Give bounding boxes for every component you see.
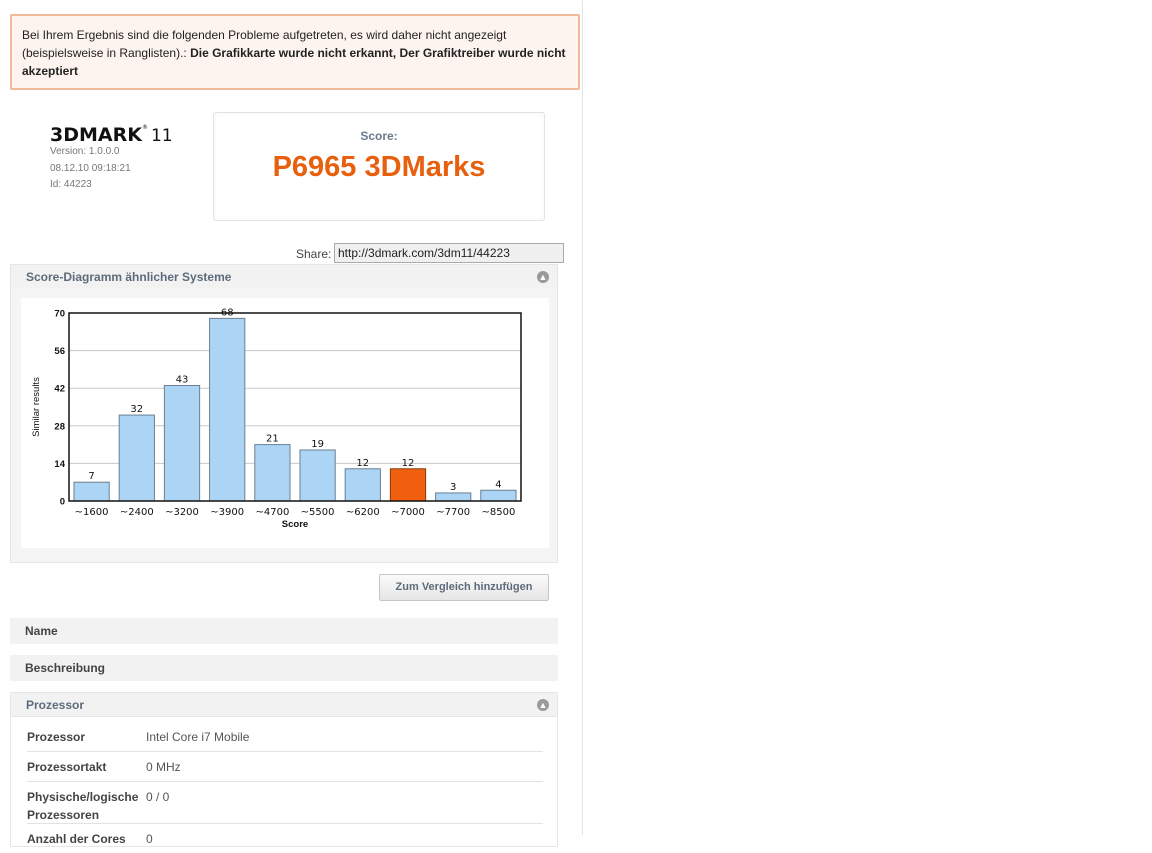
y-tick-label: 28 <box>54 421 65 432</box>
data-label: 12 <box>356 458 369 469</box>
processor-panel-title: Prozessor <box>26 698 85 712</box>
spec-key: Prozessortakt <box>27 760 107 774</box>
logo-reg: ® <box>141 124 148 131</box>
bar <box>344 468 381 502</box>
bar <box>299 449 336 502</box>
spec-key: Anzahl der Cores <box>27 832 126 846</box>
spec-key: Prozessor <box>27 730 86 744</box>
chart-panel: 0 14 28 42 56 70 7 ~1600 32 ~2400 43 ~3200 68 ~3900 21… <box>10 288 558 563</box>
spec-row: Prozessortakt 0 MHz <box>27 758 543 782</box>
data-label: 43 <box>176 375 189 386</box>
x-tick-label: ~2400 <box>120 507 154 518</box>
y-tick-label: 0 <box>60 497 65 508</box>
chart-panel-header: Score-Diagramm ähnlicher Systeme ▲ <box>10 264 558 289</box>
date-text: 08.12.10 09:18:21 <box>50 162 131 174</box>
y-tick-label: 14 <box>54 459 65 470</box>
spec-key: Physische/logische Prozessoren <box>27 790 139 822</box>
x-axis-label: Score <box>282 519 308 530</box>
y-tick-label: 42 <box>54 384 65 395</box>
share-label: Share: <box>296 247 332 261</box>
data-label: 4 <box>495 479 501 490</box>
score-box: Score: P6965 3DMarks <box>213 112 545 221</box>
x-tick-label: ~8500 <box>481 507 515 518</box>
processor-spec-panel: Prozessor Intel Core i7 Mobile Prozessor… <box>10 717 558 847</box>
data-label: 7 <box>88 471 94 482</box>
bar <box>480 489 517 502</box>
collapse-up-icon[interactable]: ▲ <box>537 699 549 711</box>
x-tick-label: ~3900 <box>210 507 244 518</box>
chart-panel-title: Score-Diagramm ähnlicher Systeme <box>26 270 232 284</box>
processor-panel-header: Prozessor ▲ <box>10 692 558 717</box>
score-value: P6965 3DMarks <box>272 151 486 183</box>
warning-message: Bei Ihrem Ergebnis sind die folgenden Pr… <box>10 14 580 90</box>
data-label: 12 <box>402 458 415 469</box>
data-label: 32 <box>130 404 143 415</box>
data-label: 3 <box>450 482 456 493</box>
bar <box>118 414 155 502</box>
id-text: Id: 44223 <box>50 179 92 190</box>
description-row[interactable]: Beschreibung <box>10 655 558 681</box>
name-row[interactable]: Name <box>10 618 558 644</box>
bar <box>389 468 427 502</box>
y-axis-label: Similar results <box>31 377 42 437</box>
collapse-up-icon[interactable]: ▲ <box>537 271 549 283</box>
spec-value: 0 / 0 <box>146 790 170 804</box>
3dmark-logo: 3DMARK® 11 <box>50 124 173 146</box>
chart-area: 0 14 28 42 56 70 7 ~1600 32 ~2400 43 ~3200 68 ~3900 21… <box>21 298 549 548</box>
description-row-label: Beschreibung <box>25 661 106 675</box>
bar <box>209 317 246 502</box>
data-label: 19 <box>311 439 324 450</box>
data-label: 21 <box>266 434 279 445</box>
x-tick-label: ~6200 <box>346 507 380 518</box>
spec-row: Prozessor Intel Core i7 Mobile <box>27 728 543 752</box>
spec-value: 0 MHz <box>146 760 181 774</box>
add-to-comparison-button[interactable]: Zum Vergleich hinzufügen <box>379 574 549 601</box>
x-tick-label: ~3200 <box>165 507 199 518</box>
logo-name: 3DMARK <box>50 124 142 146</box>
x-tick-label: ~5500 <box>301 507 335 518</box>
spec-row: Anzahl der Cores 0 <box>27 830 543 853</box>
name-row-label: Name <box>25 624 58 638</box>
y-tick-label: 56 <box>54 346 65 357</box>
share-url-field[interactable] <box>334 243 564 263</box>
spec-value: Intel Core i7 Mobile <box>146 730 250 744</box>
x-tick-label: ~7000 <box>391 507 425 518</box>
y-tick-label: 70 <box>54 309 65 320</box>
spec-row: Physische/logische Prozessoren 0 / 0 <box>27 788 543 824</box>
x-tick-label: ~4700 <box>255 507 289 518</box>
x-tick-label: ~1600 <box>75 507 109 518</box>
score-label: Score: <box>360 129 398 143</box>
result-meta: Version: 1.0.0.0 08.12.10 09:18:21 Id: 4… <box>50 144 131 194</box>
bar <box>254 444 291 502</box>
bar <box>73 481 110 502</box>
score-histogram-chart: 014284256707~160032~240043~320068~390021… <box>31 307 522 530</box>
logo-version-suffix: 11 <box>150 126 173 146</box>
x-tick-label: ~7700 <box>436 507 470 518</box>
bar <box>163 385 201 502</box>
bar <box>435 492 472 502</box>
main-column: Bei Ihrem Ergebnis sind die folgenden Pr… <box>0 0 583 847</box>
version-text: Version: 1.0.0.0 <box>50 146 120 157</box>
spec-value: 0 <box>146 832 153 846</box>
